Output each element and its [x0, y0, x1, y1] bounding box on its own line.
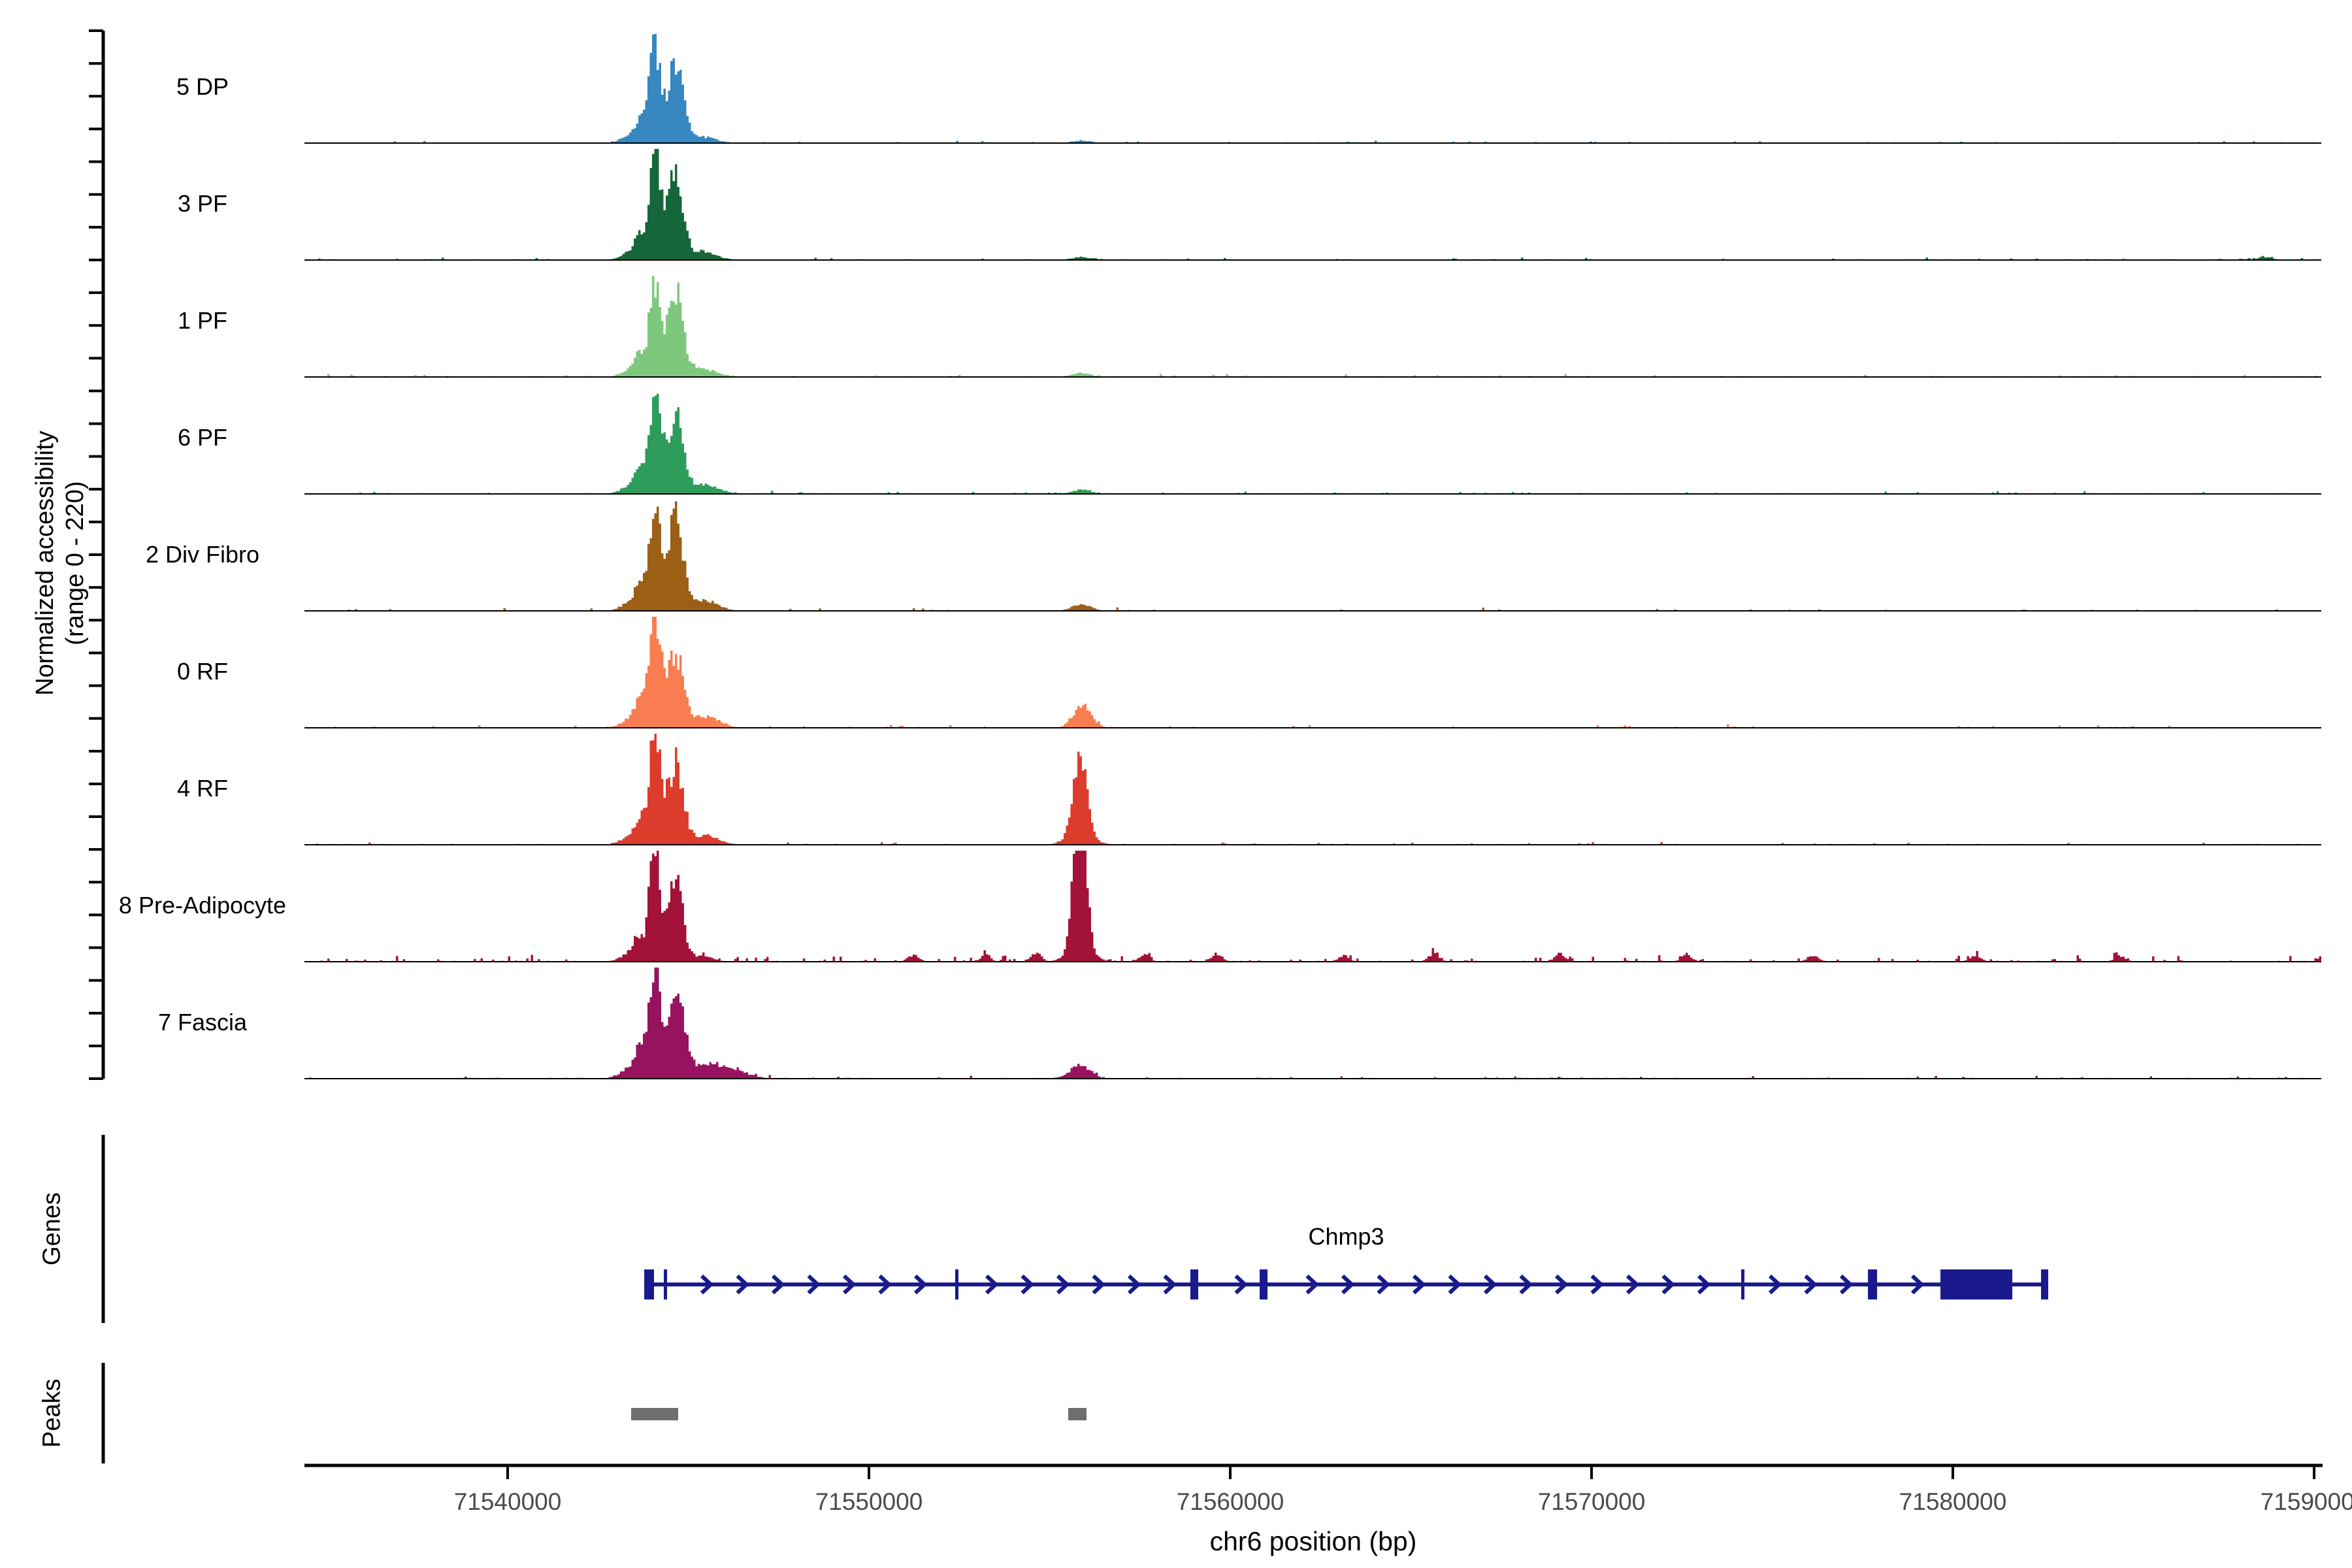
x-tick-label: 71570000 — [1494, 1488, 1690, 1516]
peak-region — [631, 1408, 678, 1420]
gene-exon — [1868, 1269, 1877, 1299]
gene-exon — [1741, 1269, 1744, 1299]
signal-track-1-PF — [304, 276, 2321, 377]
signal-track-8-Pre-Adipocyte — [304, 851, 2321, 962]
track-label-4-RF: 4 RF — [39, 773, 366, 804]
gene-exon — [955, 1269, 958, 1299]
gene-exon — [1260, 1269, 1267, 1299]
genes-track-label: Genes — [39, 1192, 67, 1266]
signal-track-5-DP — [304, 34, 2321, 143]
track-label-2-Div-Fibro: 2 Div Fibro — [39, 539, 366, 570]
gene-exon — [2041, 1269, 2048, 1299]
peak-region — [1068, 1408, 1086, 1420]
signal-track-0-RF — [304, 617, 2321, 728]
gene-name-label: Chmp3 — [1216, 1223, 1477, 1250]
x-tick-label: 71580000 — [1855, 1488, 2051, 1516]
x-axis-title: chr6 position (bp) — [1117, 1526, 1509, 1557]
gene-exon — [1940, 1269, 2012, 1299]
x-tick-label: 71560000 — [1132, 1488, 1328, 1516]
gene-exon — [1190, 1269, 1198, 1299]
x-tick-label: 71550000 — [771, 1488, 967, 1516]
gene-exon — [664, 1269, 667, 1299]
track-label-7-Fascia: 7 Fascia — [39, 1007, 366, 1038]
track-label-5-DP: 5 DP — [39, 71, 366, 103]
gene-exon — [644, 1269, 654, 1299]
x-tick-label: 71590000 — [2216, 1488, 2352, 1516]
signal-track-2-Div-Fibro — [304, 501, 2321, 611]
peaks-track-label: Peaks — [39, 1379, 67, 1448]
x-tick-label: 71540000 — [410, 1488, 606, 1516]
track-label-6-PF: 6 PF — [39, 422, 366, 453]
track-label-8-Pre-Adipocyte: 8 Pre-Adipocyte — [39, 890, 366, 921]
signal-track-7-Fascia — [304, 968, 2321, 1079]
track-label-3-PF: 3 PF — [39, 188, 366, 220]
track-label-1-PF: 1 PF — [39, 305, 366, 336]
signal-track-3-PF — [304, 149, 2321, 260]
signal-track-6-PF — [304, 394, 2321, 495]
signal-track-4-RF — [304, 734, 2321, 845]
track-label-0-RF: 0 RF — [39, 656, 366, 687]
